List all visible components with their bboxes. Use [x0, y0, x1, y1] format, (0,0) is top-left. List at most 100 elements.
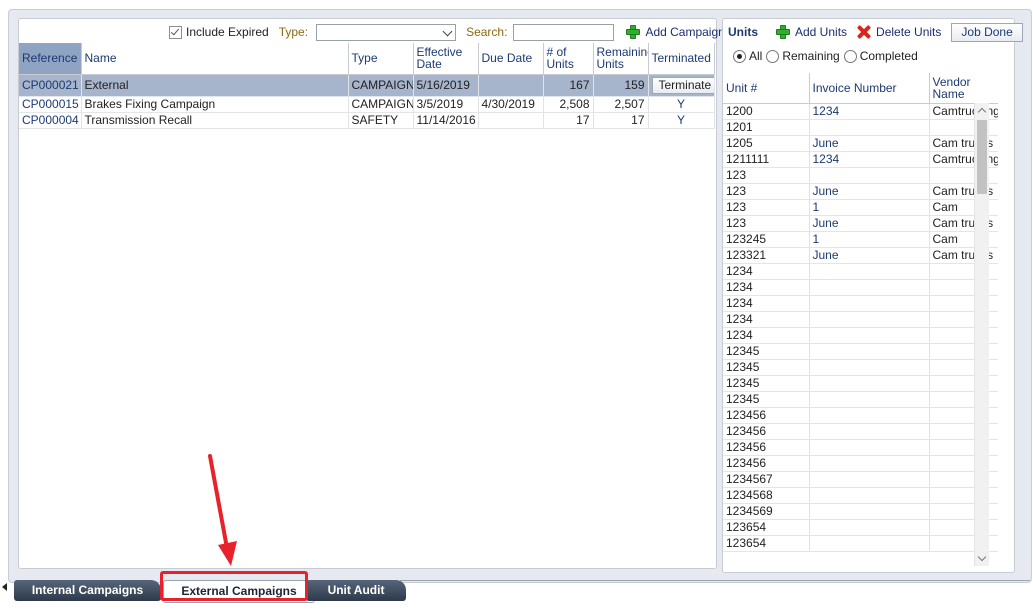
units-scrollbar[interactable] — [974, 103, 989, 566]
list-item[interactable]: 1234569 — [723, 503, 998, 520]
units-toolbar: Units Add Units Delete Units Job Done — [728, 22, 1023, 42]
units-cell-unit-number: 1234 — [723, 327, 810, 344]
units-cell-invoice-number — [809, 535, 930, 552]
list-item[interactable]: 123 June Cam trucks — [723, 215, 998, 232]
scroll-thumb[interactable] — [977, 120, 987, 194]
list-item[interactable]: 12345 — [723, 343, 998, 360]
search-input[interactable] — [513, 23, 615, 41]
col-due-date[interactable]: Due Date — [478, 43, 544, 75]
units-cell-unit-number: 12345 — [723, 343, 810, 360]
col-name[interactable]: Name — [81, 43, 349, 75]
list-item[interactable]: 1201 — [723, 119, 998, 136]
list-item[interactable]: 12345 — [723, 375, 998, 392]
units-cell-unit-number: 123321 — [723, 247, 810, 264]
list-item[interactable]: 1234568 — [723, 487, 998, 504]
filter-all-radio[interactable] — [733, 49, 746, 63]
scroll-up-icon[interactable] — [977, 107, 987, 117]
list-item[interactable]: 1234567 — [723, 471, 998, 488]
units-cell-unit-number: 12345 — [723, 391, 810, 408]
units-cell-invoice-number — [809, 263, 930, 280]
table-row[interactable]: CP000015 Brakes Fixing Campaign CAMPAIGN 3/… — [19, 96, 715, 113]
units-cell-unit-number: 1205 — [723, 135, 810, 152]
list-item[interactable]: 123321 June Cam trucks — [723, 247, 998, 264]
list-item[interactable]: 1211111 1234 Camtrucking — [723, 151, 998, 168]
delete-units-button[interactable]: Delete Units — [857, 25, 941, 40]
list-item[interactable]: 1234 — [723, 295, 998, 312]
terminate-button[interactable]: Terminate — [651, 76, 713, 94]
table-row[interactable]: CP000004 Transmission Recall SAFETY 11/14/2… — [19, 112, 715, 129]
units-cell-invoice-number — [809, 359, 930, 376]
include-expired-checkbox[interactable] — [169, 25, 182, 39]
campaigns-cell-remaining: 159 — [593, 74, 649, 97]
campaigns-toolbar: Include Expired Type: Search: Add Campai… — [169, 23, 725, 41]
campaigns-header-row: Reference Name Type Effective Date Due D… — [19, 43, 715, 75]
list-item[interactable]: 123245 1 Cam — [723, 231, 998, 248]
list-item[interactable]: 1205 June Cam trucks — [723, 135, 998, 152]
list-item[interactable]: 123456 — [723, 423, 998, 440]
list-item[interactable]: 123456 — [723, 439, 998, 456]
units-filter: All Remaining Completed — [733, 47, 918, 65]
list-item[interactable]: 123654 — [723, 535, 998, 552]
units-cell-unit-number: 123456 — [723, 423, 810, 440]
units-cell-invoice-number — [809, 343, 930, 360]
scroll-down-icon[interactable] — [977, 552, 987, 562]
campaigns-table: Reference Name Type Effective Date Due D… — [19, 43, 715, 129]
units-cell-unit-number: 1211111 — [723, 151, 810, 168]
tab-scroll-left-icon[interactable] — [2, 583, 7, 591]
tab-internal-campaigns[interactable]: Internal Campaigns — [14, 580, 161, 601]
add-units-button[interactable]: Add Units — [776, 25, 847, 40]
include-expired-label: Include Expired — [186, 25, 269, 39]
list-item[interactable]: 1234 — [723, 279, 998, 296]
units-panel: Units Add Units Delete Units Job Done Al… — [722, 18, 1023, 573]
tab-unit-audit[interactable]: Unit Audit — [306, 580, 406, 601]
list-item[interactable]: 123 June Cam trucks — [723, 183, 998, 200]
col-num-units[interactable]: # of Units — [543, 43, 594, 75]
type-select[interactable] — [316, 23, 457, 41]
units-cell-invoice-number — [809, 471, 930, 488]
units-header-row: Unit # Invoice Number Vendor Name — [723, 73, 998, 104]
list-item[interactable]: 123654 — [723, 519, 998, 536]
col-invoice-number[interactable]: Invoice Number — [809, 73, 930, 104]
col-vendor-name[interactable]: Vendor Name — [929, 73, 998, 104]
campaigns-cell-name: Brakes Fixing Campaign — [81, 96, 349, 113]
list-item[interactable]: 123 — [723, 167, 998, 184]
col-terminated[interactable]: Terminated — [648, 43, 715, 75]
list-item[interactable]: 12345 — [723, 359, 998, 376]
col-effective-date[interactable]: Effective Date — [413, 43, 479, 75]
annotation-highlight-box — [160, 571, 308, 601]
campaigns-cell-units: 167 — [543, 74, 594, 97]
list-item[interactable]: 1234 — [723, 327, 998, 344]
list-item[interactable]: 1200 1234 Camtrucking — [723, 103, 998, 120]
units-cell-invoice-number — [809, 327, 930, 344]
units-table: Unit # Invoice Number Vendor Name 1200 12… — [723, 73, 998, 552]
units-cell-unit-number: 1201 — [723, 119, 810, 136]
filter-completed-radio[interactable] — [843, 49, 857, 63]
units-cell-invoice-number — [809, 279, 930, 296]
col-remaining-units[interactable]: Remaining Units — [593, 43, 649, 75]
list-item[interactable]: 123456 — [723, 455, 998, 472]
campaigns-cell-type: CAMPAIGN — [348, 96, 414, 113]
add-campaign-button[interactable]: Add Campaign — [626, 25, 725, 40]
units-cell-invoice-number — [809, 519, 930, 536]
delete-units-label: Delete Units — [876, 24, 942, 39]
units-cell-unit-number: 1234 — [723, 295, 810, 312]
list-item[interactable]: 123456 — [723, 407, 998, 424]
units-cell-invoice-number — [809, 455, 930, 472]
campaigns-cell-effective-date: 5/16/2019 — [413, 74, 479, 97]
table-row[interactable]: CP000021 External CAMPAIGN 5/16/2019 167 159 T… — [19, 74, 715, 97]
list-item[interactable]: 1234 — [723, 311, 998, 328]
units-cell-unit-number: 1234 — [723, 279, 810, 296]
units-cell-unit-number: 123 — [723, 215, 810, 232]
units-cell-unit-number: 1234567 — [723, 471, 810, 488]
col-reference[interactable]: Reference — [19, 43, 82, 75]
list-item[interactable]: 12345 — [723, 391, 998, 408]
units-cell-unit-number: 123 — [723, 183, 810, 200]
filter-remaining-radio[interactable] — [766, 49, 780, 63]
units-cell-invoice-number — [809, 311, 930, 328]
col-unit-number[interactable]: Unit # — [723, 73, 810, 104]
job-done-button[interactable]: Job Done — [951, 22, 1023, 42]
units-cell-invoice-number — [809, 439, 930, 456]
list-item[interactable]: 1234 — [723, 263, 998, 280]
list-item[interactable]: 123 1 Cam — [723, 199, 998, 216]
col-type[interactable]: Type — [348, 43, 414, 75]
